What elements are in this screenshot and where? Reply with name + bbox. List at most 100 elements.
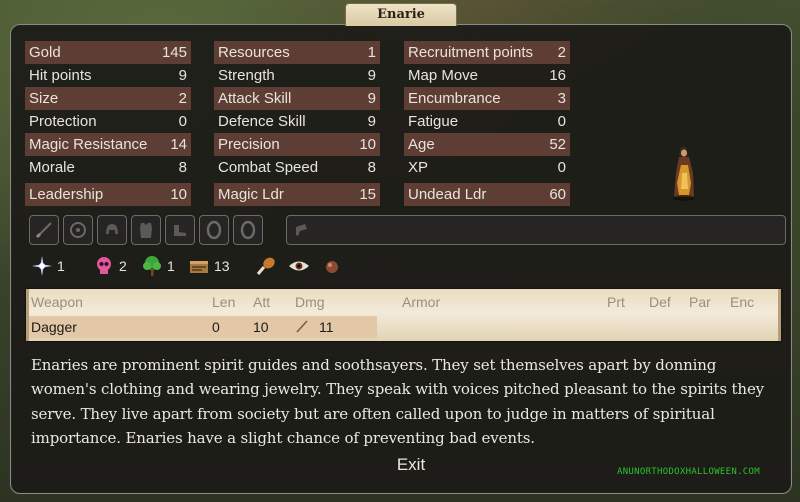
weapon-len: 0: [212, 319, 220, 335]
stat-value: 145: [161, 44, 187, 61]
helmet-slot-icon[interactable]: [97, 215, 127, 245]
orb-icon: [326, 261, 338, 273]
exit-button[interactable]: Exit: [381, 455, 441, 475]
unit-description: Enaries are prominent spirit guides and …: [31, 356, 764, 447]
stat-label: Precision: [218, 136, 280, 153]
header-par: Par: [689, 294, 711, 310]
stat-label: Age: [408, 136, 435, 153]
stat-gold: Gold 145: [25, 41, 191, 64]
header-len: Len: [212, 294, 236, 310]
header-weapon: Weapon: [31, 294, 83, 310]
stat-label: Combat Speed: [218, 159, 319, 176]
weapon-dmg-icon: [295, 319, 309, 336]
stat-combat-speed: Combat Speed 8: [214, 156, 380, 179]
stat-defence-skill: Defence Skill 9: [214, 110, 380, 133]
eye-icon: [289, 261, 309, 271]
stat-recruitment-points: Recruitment points 2: [404, 41, 570, 64]
stat-hit-points: Hit points 9: [25, 64, 191, 87]
stat-label: Recruitment points: [408, 44, 534, 61]
magic-death[interactable]: 2: [93, 255, 127, 279]
stat-value: 60: [549, 186, 566, 203]
drumstick-icon: [256, 257, 275, 275]
astral-star-icon: [32, 256, 52, 276]
weapons-armor-table: Weapon Len Att Dmg Armor Prt Def Par Enc…: [26, 289, 781, 341]
stat-label: Morale: [29, 159, 75, 176]
stat-size: Size 2: [25, 87, 191, 110]
stat-value: 1: [367, 44, 376, 61]
header-enc: Enc: [730, 294, 755, 310]
stat-value: 8: [178, 159, 187, 176]
stat-label: Strength: [218, 67, 275, 84]
boots-slot-icon[interactable]: [165, 215, 195, 245]
stat-value: 10: [170, 186, 187, 203]
stat-value: 14: [170, 136, 187, 153]
header-att: Att: [253, 294, 271, 310]
stat-magic-resistance: Magic Resistance 14: [25, 133, 191, 156]
unit-info-panel: Gold 145 Hit points 9 Size 2 Protection 0 Ma…: [10, 24, 792, 494]
stat-leadership: Leadership 10: [25, 183, 191, 206]
shield-slot-icon[interactable]: [63, 215, 93, 245]
stat-label: Gold: [29, 44, 61, 61]
armor-slot-icon[interactable]: [131, 215, 161, 245]
unit-portrait[interactable]: [667, 143, 701, 203]
nature-value: 1: [167, 258, 175, 274]
misc-items-slot[interactable]: [286, 215, 786, 245]
stat-label: Resources: [218, 44, 290, 61]
stat-encumbrance: Encumbrance 3: [404, 87, 570, 110]
stat-value: 52: [549, 136, 566, 153]
stat-label: Magic Ldr: [218, 186, 284, 203]
ability-orb[interactable]: [321, 255, 343, 279]
magic-nature[interactable]: 1: [141, 255, 175, 279]
weapon-name[interactable]: Dagger: [31, 319, 77, 335]
stat-label: Size: [29, 90, 59, 107]
window-title: Enarie: [345, 3, 457, 26]
stat-morale: Morale 8: [25, 156, 191, 179]
ring-slot-icon[interactable]: [199, 215, 229, 245]
nature-tree-icon: [143, 256, 161, 276]
stat-precision: Precision 10: [214, 133, 380, 156]
stat-value: 10: [359, 136, 376, 153]
stat-map-move: Map Move 16: [404, 64, 570, 87]
header-prt: Prt: [607, 294, 625, 310]
stat-attack-skill: Attack Skill 9: [214, 87, 380, 110]
stat-fatigue: Fatigue 0: [404, 110, 570, 133]
stat-value: 8: [367, 159, 376, 176]
watermark: ANUNORTHODOXHALLOWEEN.COM: [617, 467, 760, 477]
stats-column-3: Recruitment points 2 Map Move 16 Encumbran…: [404, 41, 570, 206]
stat-age: Age 52: [404, 133, 570, 156]
weapon-att: 10: [253, 319, 269, 335]
ability-eye[interactable]: [287, 255, 311, 279]
stat-label: Fatigue: [408, 113, 459, 130]
stat-label: XP: [408, 159, 429, 176]
stat-value: 0: [178, 113, 187, 130]
stat-label: Leadership: [29, 186, 104, 203]
stat-value: 15: [359, 186, 376, 203]
misc-slot-icon: [296, 224, 307, 236]
stat-label: Defence Skill: [218, 113, 306, 130]
stat-value: 2: [178, 90, 187, 107]
magic-astral[interactable]: 1: [31, 255, 65, 279]
ring-slot-icon[interactable]: [233, 215, 263, 245]
ability-drumstick[interactable]: [255, 255, 277, 279]
research[interactable]: 13: [188, 255, 230, 279]
stat-resources: Resources 1: [214, 41, 380, 64]
header-dmg: Dmg: [295, 294, 325, 310]
stat-label: Undead Ldr: [408, 186, 487, 203]
stat-value: 0: [557, 159, 566, 176]
stat-label: Map Move: [408, 67, 479, 84]
stat-label: Protection: [29, 113, 97, 130]
death-value: 2: [119, 258, 127, 274]
weapon-slot-icon[interactable]: [29, 215, 59, 245]
stat-undead-ldr: Undead Ldr 60: [404, 183, 570, 206]
stat-value: 0: [557, 113, 566, 130]
astral-value: 1: [57, 258, 65, 274]
stat-value: 9: [178, 67, 187, 84]
stat-magic-ldr: Magic Ldr 15: [214, 183, 380, 206]
stat-value: 9: [367, 90, 376, 107]
stat-label: Encumbrance: [408, 90, 501, 107]
stat-xp: XP 0: [404, 156, 570, 179]
stats-column-2: Resources 1 Strength 9 Attack Skill 9 Defen…: [214, 41, 380, 206]
stats-column-1: Gold 145 Hit points 9 Size 2 Protection 0 Ma…: [25, 41, 191, 206]
stat-label: Magic Resistance: [29, 136, 148, 153]
stat-label: Hit points: [29, 67, 92, 84]
